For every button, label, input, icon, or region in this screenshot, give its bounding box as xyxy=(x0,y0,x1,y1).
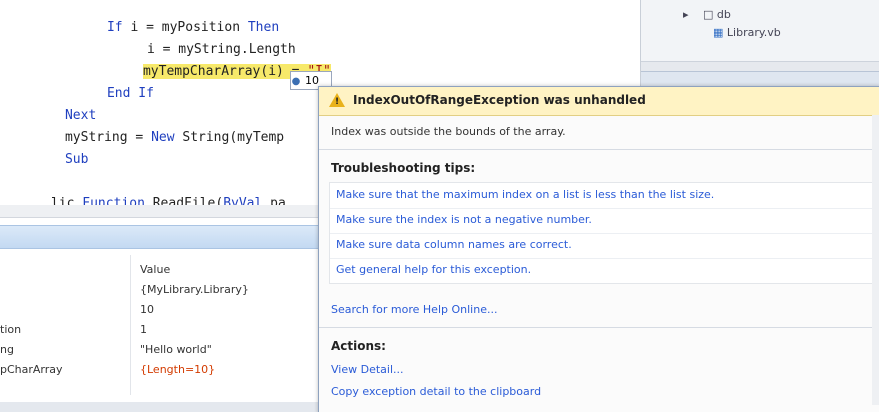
vertical-scrollbar[interactable] xyxy=(872,115,879,405)
tip-link[interactable]: Make sure data column names are correct. xyxy=(336,235,572,255)
code-line: i = myString.Length xyxy=(100,26,296,57)
copy-exception-link[interactable]: Copy exception detail to the clipboard xyxy=(331,385,541,398)
code-token: String(myTemp xyxy=(174,130,285,145)
divider xyxy=(319,327,879,328)
file-icon: ▦ xyxy=(713,26,724,39)
column-divider[interactable] xyxy=(130,255,131,395)
code-line: If i = myPosition Then xyxy=(60,4,279,35)
highlighted-statement: myTempCharArray(i) = xyxy=(142,64,308,79)
troubleshooting-tips-list: Make sure that the maximum index on a li… xyxy=(329,182,879,284)
locals-row[interactable]: tion 1 xyxy=(0,321,320,339)
tree-item[interactable]: □ db xyxy=(703,8,731,21)
actions-heading: Actions: xyxy=(331,339,386,353)
locals-row[interactable]: ng "Hello world" xyxy=(0,341,320,359)
locals-tab-strip[interactable] xyxy=(0,402,320,412)
divider xyxy=(330,258,878,259)
code-line: Sub xyxy=(18,136,88,167)
folder-icon: □ xyxy=(703,8,714,21)
locals-grid: Value {MyLibrary.Library} 10 tion 1 ng "… xyxy=(0,255,320,412)
exception-header[interactable]: ! IndexOutOfRangeException was unhandled xyxy=(319,87,879,116)
tip-link[interactable]: Make sure that the maximum index on a li… xyxy=(336,185,714,205)
divider xyxy=(330,208,878,209)
locals-title-bar xyxy=(0,225,320,249)
exception-assistant: ! IndexOutOfRangeException was unhandled… xyxy=(318,86,879,412)
local-name: pCharArray xyxy=(0,363,63,376)
locals-row[interactable]: pCharArray {Length=10} xyxy=(0,361,320,379)
warning-mark: ! xyxy=(335,97,340,107)
local-value: "Hello world" xyxy=(140,343,212,356)
local-value: {Length=10} xyxy=(140,363,216,376)
tip-link[interactable]: Get general help for this exception. xyxy=(336,260,531,280)
locals-header-row: Value xyxy=(0,261,320,279)
locals-row[interactable]: {MyLibrary.Library} xyxy=(0,281,320,299)
local-name: tion xyxy=(0,323,22,336)
solution-explorer: ▸ □ db ▦ Library.vb xyxy=(640,0,879,90)
search-online-link[interactable]: Search for more Help Online... xyxy=(331,303,497,316)
tree-item-label: Library.vb xyxy=(726,26,781,39)
ide-window: If i = myPosition Then i = myString.Leng… xyxy=(0,0,879,412)
code-line: End If xyxy=(60,70,154,101)
tree-expander-icon[interactable]: ▸ xyxy=(683,8,689,21)
troubleshooting-heading: Troubleshooting tips: xyxy=(331,161,476,175)
code-token: Sub xyxy=(64,152,89,167)
code-line: lic Function ReadFile(ByVal pa xyxy=(4,180,286,211)
code-line-current: myTempCharArray(i) = "I" xyxy=(96,48,331,79)
tree-item-label: db xyxy=(716,8,731,21)
divider xyxy=(330,233,878,234)
datatip-value: 10 xyxy=(305,74,319,87)
column-header-value[interactable]: Value xyxy=(140,261,320,279)
tip-link[interactable]: Make sure the index is not a negative nu… xyxy=(336,210,592,230)
locals-window: Value {MyLibrary.Library} 10 tion 1 ng "… xyxy=(0,205,320,412)
horizontal-scrollbar[interactable] xyxy=(0,205,320,218)
code-line: myString = New String(myTemp xyxy=(18,114,284,145)
code-token: End If xyxy=(106,86,154,101)
exception-title: IndexOutOfRangeException was unhandled xyxy=(353,93,646,107)
code-line: Next xyxy=(18,92,96,123)
local-value: 1 xyxy=(140,323,147,336)
divider xyxy=(319,149,879,150)
local-value: {MyLibrary.Library} xyxy=(140,283,249,296)
local-value: 10 xyxy=(140,303,154,316)
locals-row[interactable]: 10 xyxy=(0,301,320,319)
view-detail-link[interactable]: View Detail... xyxy=(331,363,404,376)
exception-message: Index was outside the bounds of the arra… xyxy=(331,125,566,138)
local-name: ng xyxy=(0,343,14,356)
code-token: New xyxy=(151,130,175,145)
tree-item[interactable]: ▦ Library.vb xyxy=(713,26,781,39)
pin-icon[interactable]: ● xyxy=(291,73,301,90)
